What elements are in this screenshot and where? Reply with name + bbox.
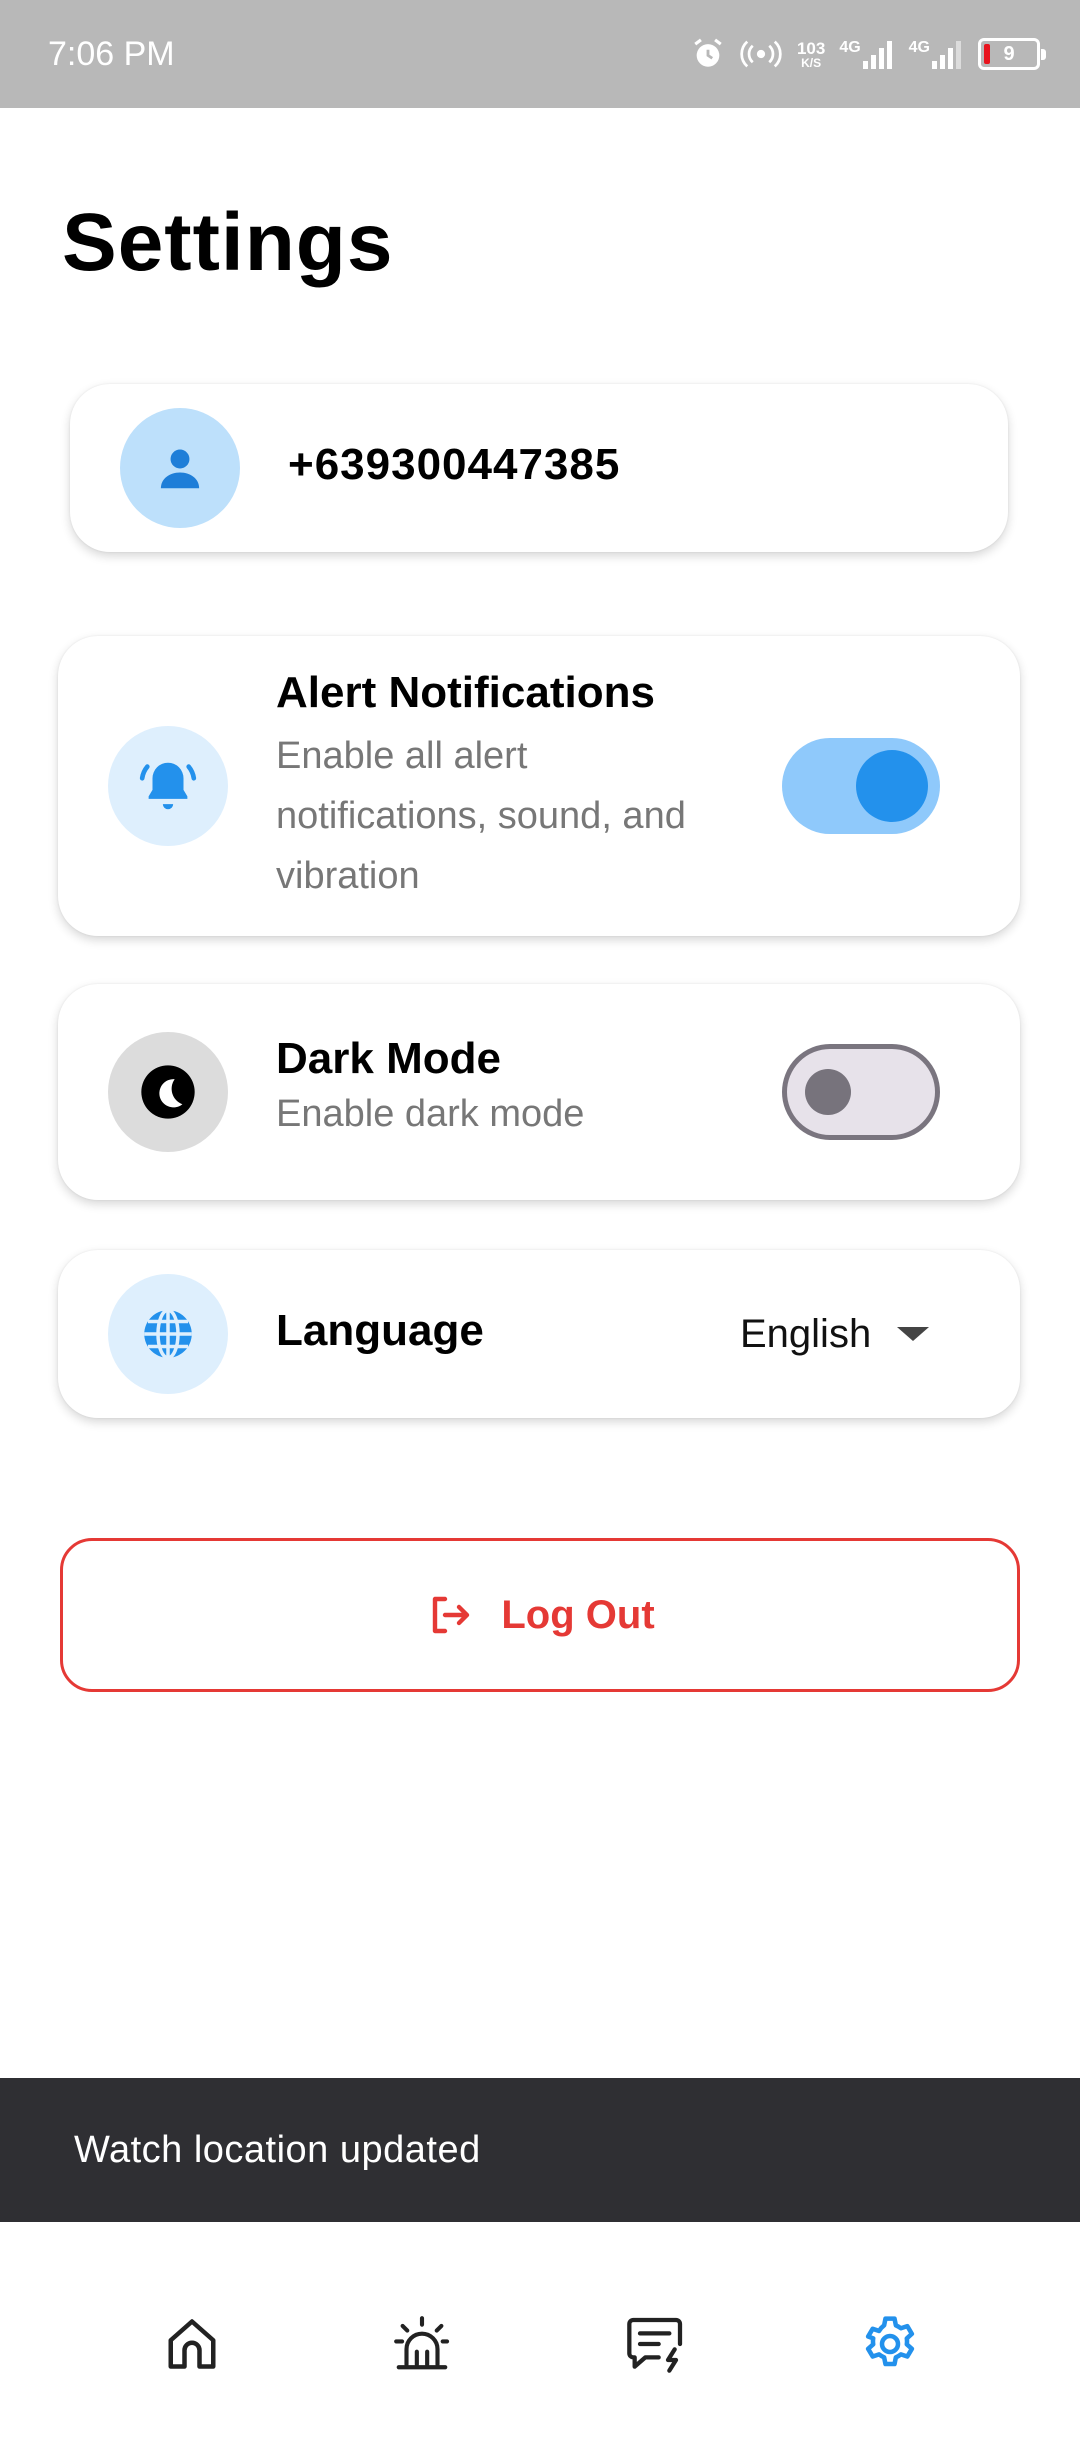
logout-button[interactable]: Log Out <box>60 1538 1020 1692</box>
globe-icon <box>144 1308 192 1360</box>
language-card: Language English <box>58 1250 1020 1418</box>
signal-sim2-icon: 4G <box>909 39 964 69</box>
alarm-icon <box>691 37 725 71</box>
status-time: 7:06 PM <box>48 34 175 73</box>
dark-mode-title: Dark Mode <box>276 1034 501 1083</box>
bottom-navigation <box>0 2222 1080 2460</box>
status-icons: 103 K/S 4G 4G 9 <box>691 37 1046 71</box>
battery-fill <box>984 44 990 64</box>
dark-mode-description: Enable dark mode <box>276 1093 585 1135</box>
battery-level: 9 <box>1003 42 1015 65</box>
language-selected-value: English <box>740 1311 872 1356</box>
network-speed-unit: K/S <box>801 55 822 70</box>
alert-notifications-toggle[interactable] <box>782 738 940 834</box>
avatar <box>120 408 240 528</box>
dropdown-arrow-icon <box>897 1327 930 1341</box>
dark-mode-icon-badge <box>108 1032 228 1152</box>
alert-notifications-card: Alert Notifications Enable all alert not… <box>58 636 1020 936</box>
signal-sim1-icon: 4G <box>839 39 894 69</box>
network-speed: 103 K/S <box>797 40 825 69</box>
alert-notifications-description: Enable all alert notifications, sound, a… <box>276 735 686 897</box>
network-speed-value: 103 <box>796 38 826 58</box>
toggle-knob <box>856 750 928 822</box>
dark-mode-card: Dark Mode Enable dark mode <box>58 984 1020 1200</box>
profile-phone: +639300447385 <box>288 440 621 489</box>
nav-messages[interactable] <box>616 2304 696 2384</box>
hotspot-icon <box>739 37 783 71</box>
logout-label: Log Out <box>501 1592 655 1637</box>
network-type-label: 4G <box>839 39 861 56</box>
person-icon <box>160 449 200 489</box>
home-icon <box>168 2319 216 2369</box>
language-icon-badge <box>108 1274 228 1394</box>
snackbar: Watch location updated <box>0 2078 1080 2222</box>
bell-ringing-icon <box>139 762 197 810</box>
nav-home[interactable] <box>152 2304 232 2384</box>
battery-icon: 9 <box>978 38 1046 70</box>
siren-icon <box>394 2316 450 2370</box>
status-bar: 7:06 PM 103 K/S 4G 4G 9 <box>0 0 1080 108</box>
moon-icon <box>141 1065 195 1119</box>
snackbar-message: Watch location updated <box>74 2128 481 2171</box>
toggle-knob <box>805 1069 851 1115</box>
gear-icon <box>865 2316 915 2367</box>
alert-notifications-title: Alert Notifications <box>276 668 655 717</box>
dark-mode-toggle[interactable] <box>782 1044 940 1140</box>
nav-settings[interactable] <box>850 2304 930 2384</box>
page-title: Settings <box>62 197 394 288</box>
message-alert-icon <box>627 2317 683 2373</box>
nav-alerts[interactable] <box>382 2304 462 2384</box>
logout-icon <box>433 1596 470 1634</box>
language-title: Language <box>276 1306 484 1355</box>
profile-card[interactable]: +639300447385 <box>70 384 1008 552</box>
alert-icon-badge <box>108 726 228 846</box>
network-type-label: 4G <box>908 39 930 56</box>
language-dropdown[interactable]: English <box>740 1298 930 1370</box>
